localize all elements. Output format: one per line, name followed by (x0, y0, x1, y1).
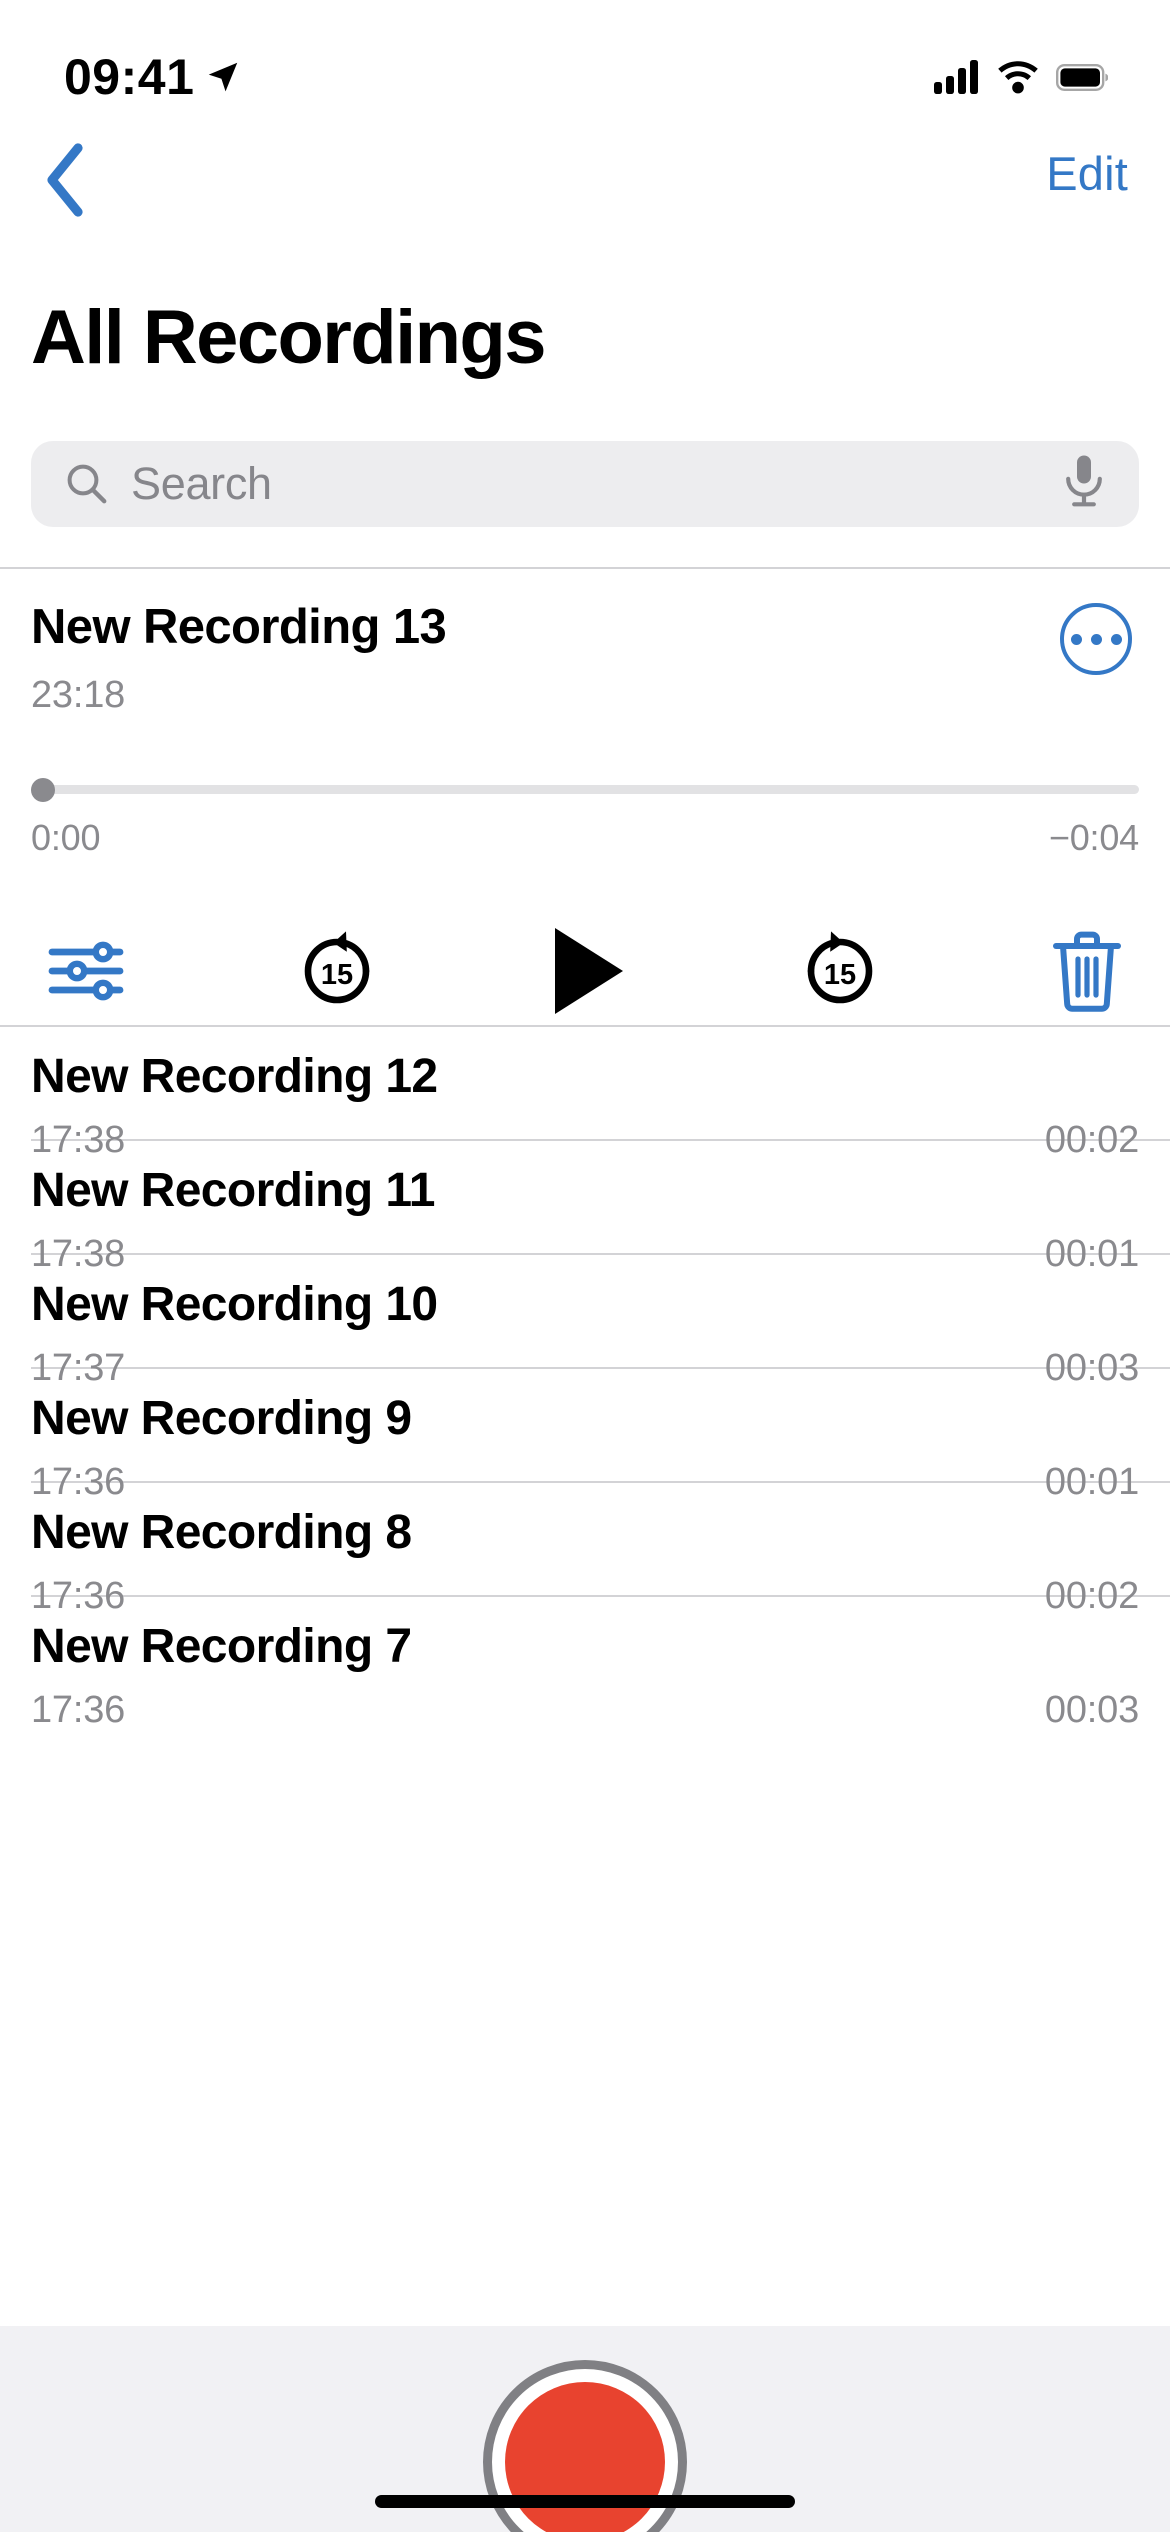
table-row[interactable]: New Recording 8 17:36 00:02 (0, 1483, 1170, 1618)
chevron-left-icon (47, 143, 83, 217)
sliders-icon (48, 941, 124, 1001)
nav-bar: Edit (0, 132, 1170, 228)
expanded-recording-card[interactable]: New Recording 13 23:18 0:00 −0:04 15 15 (0, 569, 1170, 1025)
recording-title: New Recording 8 (31, 1506, 412, 1559)
record-toolbar (0, 2326, 1170, 2532)
search-icon (67, 464, 107, 504)
table-row[interactable]: New Recording 12 17:38 00:02 (0, 1027, 1170, 1162)
expanded-recording-title: New Recording 13 (31, 600, 447, 654)
recording-title: New Recording 12 (31, 1050, 438, 1103)
table-row[interactable]: New Recording 9 17:36 00:01 (0, 1369, 1170, 1504)
scrubber-knob[interactable] (31, 778, 55, 802)
location-arrow-icon (209, 62, 238, 92)
playback-settings-button[interactable] (48, 940, 124, 1002)
table-row[interactable]: New Recording 11 17:38 00:01 (0, 1141, 1170, 1276)
table-row[interactable]: New Recording 7 17:36 00:03 (0, 1597, 1170, 1732)
rewind-15-button[interactable]: 15 (293, 927, 381, 1015)
goback-15-icon: 15 (304, 931, 369, 1004)
more-options-button[interactable] (1060, 603, 1132, 675)
page-title: All Recordings (31, 295, 547, 380)
recording-title: New Recording 11 (31, 1164, 435, 1217)
ellipsis-dot (1070, 633, 1082, 645)
search-bar[interactable]: Search (31, 441, 1139, 527)
back-button[interactable] (24, 140, 104, 220)
recording-time: 17:36 (31, 1689, 126, 1731)
search-input[interactable]: Search (131, 458, 272, 510)
search-field[interactable]: Search (31, 441, 1139, 527)
cellular-bars-icon (934, 60, 978, 94)
svg-text:15: 15 (823, 959, 855, 991)
status-time: 09:41 (64, 49, 195, 105)
goforward-15-icon: 15 (807, 931, 872, 1004)
battery-full-icon (1056, 63, 1108, 91)
trash-icon (1053, 931, 1121, 1012)
recording-title: New Recording 9 (31, 1392, 412, 1445)
recording-title: New Recording 7 (31, 1620, 412, 1673)
delete-button[interactable] (1052, 929, 1122, 1013)
voice-memos-screen: 09:41 Edit All Recordings Search New Rec… (0, 0, 1170, 2532)
edit-button[interactable]: Edit (1046, 146, 1128, 201)
dictation-button[interactable] (1061, 453, 1107, 516)
recording-title: New Recording 10 (31, 1278, 438, 1331)
playback-scrubber[interactable] (31, 778, 1139, 802)
play-icon (555, 928, 623, 1014)
recording-duration: 00:03 (1044, 1689, 1139, 1731)
forward-15-button[interactable]: 15 (796, 927, 884, 1015)
status-bar: 09:41 (0, 0, 1170, 132)
playback-controls: 15 15 (48, 917, 1122, 1025)
elapsed-time: 0:00 (31, 817, 101, 858)
expanded-recording-time: 23:18 (31, 674, 126, 716)
scrubber-track[interactable] (31, 785, 1139, 794)
ellipsis-dot (1110, 633, 1122, 645)
recordings-list: New Recording 13 23:18 0:00 −0:04 15 15 … (0, 567, 1170, 1732)
status-bar-right (934, 60, 1108, 94)
home-indicator (375, 2495, 795, 2508)
expanded-recording-header[interactable]: New Recording 13 23:18 (0, 569, 1170, 717)
svg-text:15: 15 (320, 959, 352, 991)
wifi-icon (998, 61, 1038, 94)
remaining-time: −0:04 (1048, 817, 1139, 858)
record-indicator (505, 2382, 665, 2532)
table-row[interactable]: New Recording 10 17:37 00:03 (0, 1255, 1170, 1390)
status-bar-left: 09:41 (64, 48, 242, 106)
scrubber-labels: 0:00 −0:04 (31, 817, 1139, 859)
play-button[interactable] (549, 924, 627, 1018)
ellipsis-dot (1090, 633, 1102, 645)
microphone-icon (1066, 455, 1102, 507)
